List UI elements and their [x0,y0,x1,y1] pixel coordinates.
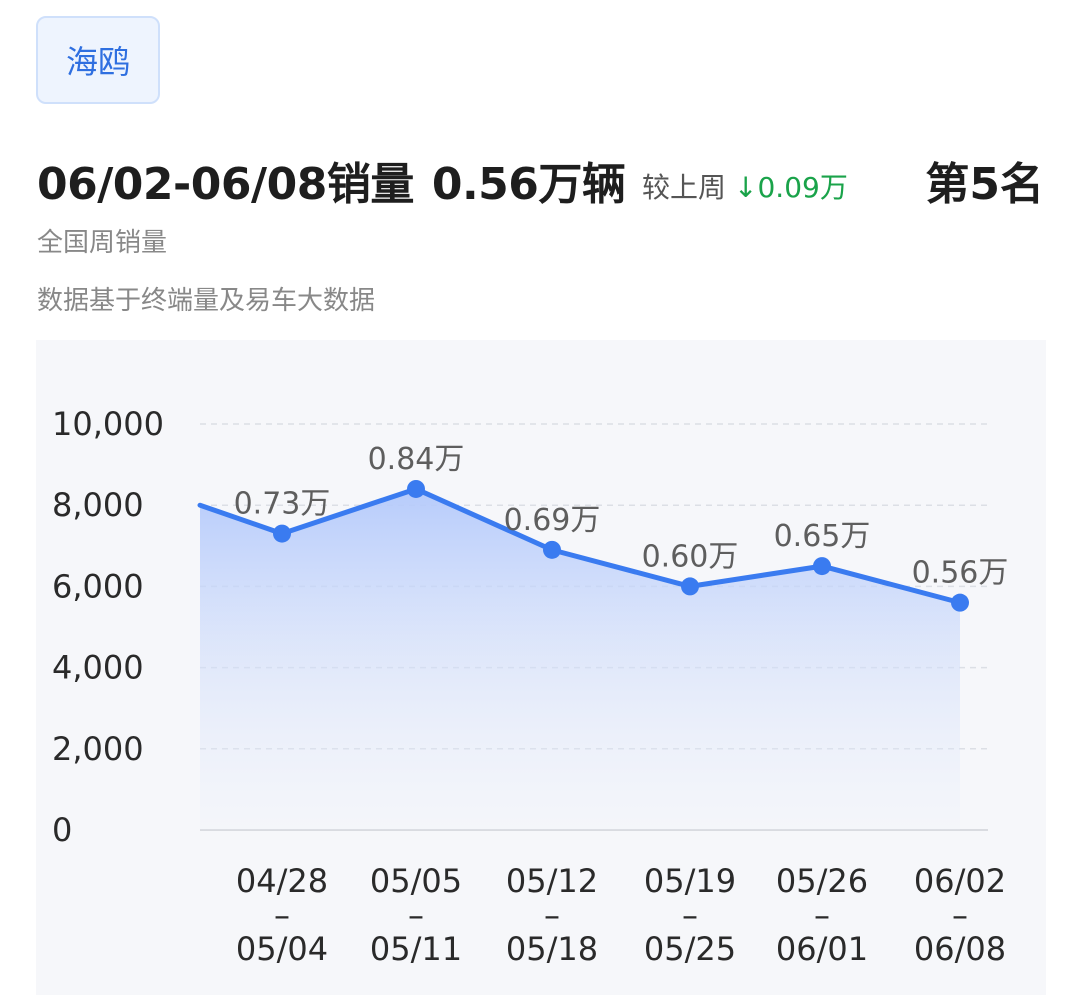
x-tick-label: 04/28–05/04 [236,862,328,968]
title-sales-value: 0.56万辆 [431,159,626,210]
week-comparison: 较上周 ↓0.09万 [642,166,848,206]
data-point [273,524,291,543]
compare-value: 0.09万 [757,171,848,204]
y-tick-label: 0 [52,811,72,849]
data-point [543,540,561,559]
x-tick-label: 05/19–05/25 [644,862,736,968]
data-label: 0.69万 [504,503,601,538]
data-label: 0.84万 [368,442,465,477]
down-arrow-icon: ↓ [734,171,758,204]
y-tick-label: 8,000 [52,486,144,524]
model-tag-label: 海鸥 [65,43,130,81]
y-tick-label: 10,000 [52,405,164,443]
data-point [951,593,969,612]
data-point [681,577,699,596]
x-tick-label: 05/12–05/18 [506,862,598,968]
rank-badge: 第5名 [925,159,1044,210]
x-tick-label: 06/02–06/08 [914,862,1006,968]
y-tick-label: 6,000 [52,567,144,605]
model-tag[interactable]: 海鸥 [36,16,160,104]
data-source-note: 数据基于终端量及易车大数据 [37,286,376,316]
y-tick-label: 4,000 [52,649,144,687]
data-label: 0.60万 [642,539,739,574]
x-tick-label: 05/26–06/01 [776,862,868,968]
subtitle: 全国周销量 [37,228,168,258]
chart-panel: 0 2,000 4,000 6,000 8,000 10,000 0.73万 0.84万 0.6… [36,340,1046,995]
x-tick-label: 05/05–05/11 [370,862,462,968]
page-title: 06/02-06/08销量 0.56万辆 [37,148,626,212]
data-point [813,557,831,576]
y-tick-label: 2,000 [52,730,144,768]
compare-label: 较上周 [642,171,727,204]
title-period: 06/02-06/08销量 [37,159,414,210]
data-label: 0.56万 [912,556,1009,591]
data-label: 0.65万 [774,519,871,554]
data-label: 0.73万 [234,487,331,522]
sales-chart: 0 2,000 4,000 6,000 8,000 10,000 0.73万 0.84万 0.6… [52,405,1009,968]
data-point [407,479,425,498]
